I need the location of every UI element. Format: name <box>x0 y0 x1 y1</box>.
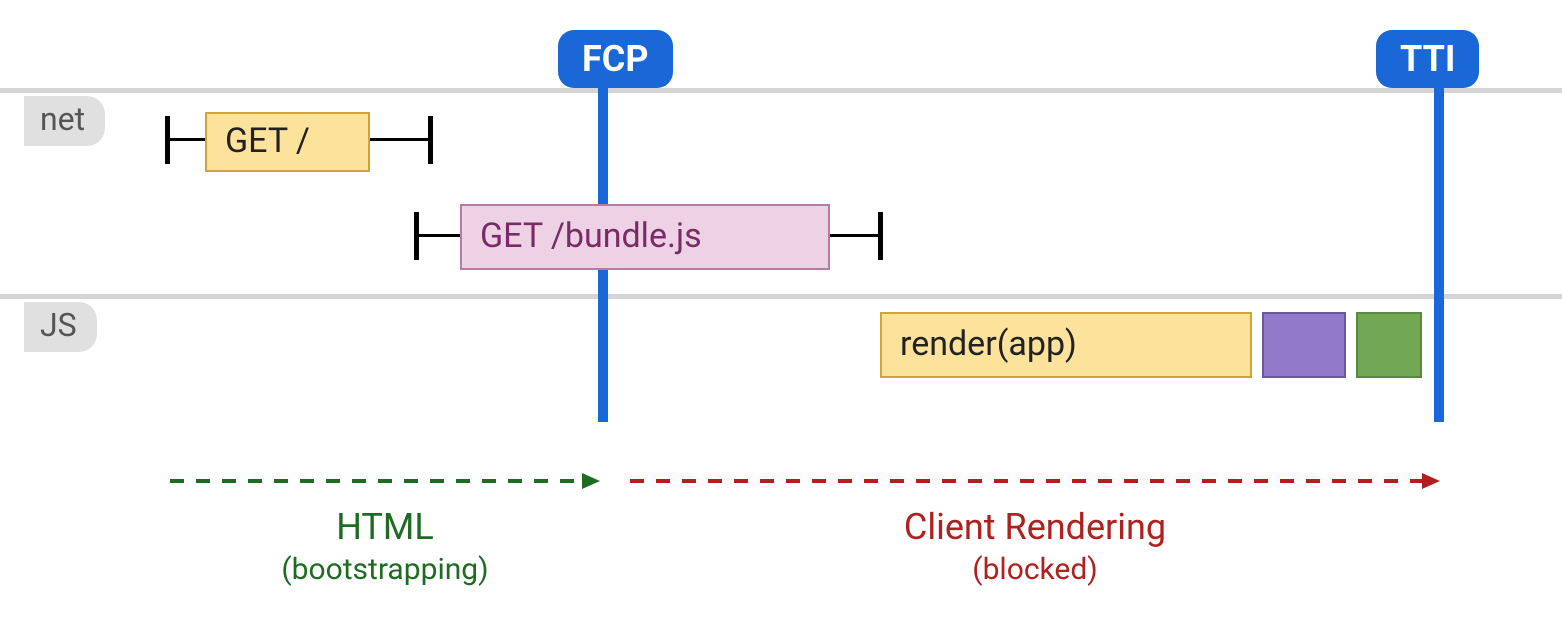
get-root-label: GET / <box>225 121 310 161</box>
get-bundle-whisker-start <box>414 234 460 237</box>
get-bundle-whisker-end-cap <box>878 212 883 260</box>
get-bundle-request-box: GET /bundle.js <box>460 204 830 270</box>
get-root-whisker-start <box>165 138 205 141</box>
html-phase-label-group: HTML (bootstrapping) <box>170 506 600 587</box>
client-rendering-phase-arrow <box>630 466 1440 496</box>
client-rendering-phase-title: Client Rendering <box>630 506 1440 548</box>
lane-top-line <box>0 88 1562 93</box>
lane-label-net: net <box>24 96 105 146</box>
fcp-marker-label: FCP <box>558 30 673 88</box>
client-rendering-phase-label-group: Client Rendering (blocked) <box>630 506 1440 587</box>
rendering-timeline-diagram: net JS FCP TTI GET / GET /bundle.js rend… <box>0 0 1562 628</box>
lane-label-js: JS <box>24 302 97 352</box>
js-task-green <box>1356 312 1422 378</box>
get-root-whisker-end-cap <box>428 116 433 164</box>
lane-mid-line <box>0 294 1562 299</box>
render-app-label: render(app) <box>900 324 1077 364</box>
get-root-request-box: GET / <box>205 112 370 172</box>
js-task-purple <box>1262 312 1346 378</box>
get-root-whisker-end <box>370 138 430 141</box>
html-phase-sub: (bootstrapping) <box>170 552 600 587</box>
html-phase-arrow <box>170 466 600 496</box>
client-rendering-phase-sub: (blocked) <box>630 552 1440 587</box>
render-app-box: render(app) <box>880 312 1252 378</box>
html-phase-title: HTML <box>170 506 600 548</box>
tti-marker-label: TTI <box>1376 30 1479 88</box>
get-bundle-label: GET /bundle.js <box>480 216 702 256</box>
get-bundle-whisker-end <box>830 234 880 237</box>
tti-marker-line <box>1434 88 1444 422</box>
